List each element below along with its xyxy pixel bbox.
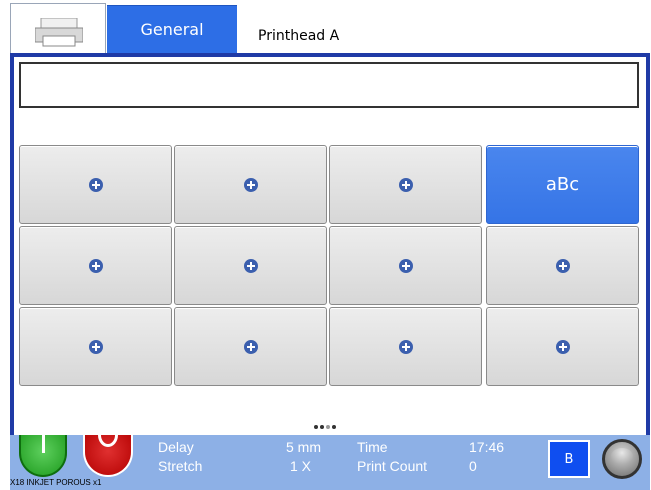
tab-general[interactable]: General [107,5,237,53]
delay-value: 5 mm [286,439,321,455]
add-field-button[interactable] [329,145,482,224]
add-field-button[interactable] [174,145,327,224]
status-knob-button[interactable] [602,439,642,479]
message-text-field[interactable] [19,62,639,108]
plus-circle-icon [398,258,413,273]
editor-panel: aBc [14,57,646,435]
plus-circle-icon [88,339,103,354]
stop-print-button[interactable] [83,423,133,477]
plus-circle-icon [555,339,570,354]
plus-circle-icon [88,177,103,192]
status-bar: Delay Stretch 5 mm 1 X Time Print Count … [10,423,650,490]
stretch-value: 1 X [290,458,312,474]
add-field-button[interactable] [174,307,327,386]
plus-circle-icon [88,258,103,273]
plus-circle-icon [555,258,570,273]
add-field-button[interactable] [329,307,482,386]
print-count-value: 0 [469,458,477,474]
delay-label: Delay [158,439,194,455]
plus-circle-icon [243,339,258,354]
page-indicator[interactable] [314,425,336,429]
add-field-button[interactable] [486,307,639,386]
add-field-button[interactable] [19,145,172,224]
add-field-button[interactable] [174,226,327,305]
time-label: Time [357,439,388,455]
tab-printhead-a[interactable]: Printhead A [258,28,339,44]
add-field-button[interactable] [19,226,172,305]
print-count-label: Print Count [357,458,428,474]
page-dot [320,425,324,429]
printhead-b-button[interactable]: B [548,440,590,478]
editor-frame: aBc [10,53,650,435]
plus-circle-icon [398,177,413,192]
page-dot [332,425,336,429]
time-value: 17:46 [469,439,505,455]
add-field-button[interactable] [19,307,172,386]
page-dot-current [326,425,330,429]
top-tab-bar: General Printhead A [0,0,651,55]
start-print-button[interactable] [19,435,67,477]
plus-circle-icon [243,177,258,192]
printer-tab[interactable] [10,3,106,53]
plus-circle-icon [243,258,258,273]
text-field-button[interactable]: aBc [486,145,639,224]
add-field-button[interactable] [486,226,639,305]
add-field-button[interactable] [329,226,482,305]
page-dot [314,425,318,429]
printer-icon [35,18,83,47]
text-field-label: aBc [545,174,580,195]
ink-info-text: X18 INKJET POROUS x1 [10,478,102,487]
stretch-label: Stretch [158,458,203,474]
plus-circle-icon [398,339,413,354]
